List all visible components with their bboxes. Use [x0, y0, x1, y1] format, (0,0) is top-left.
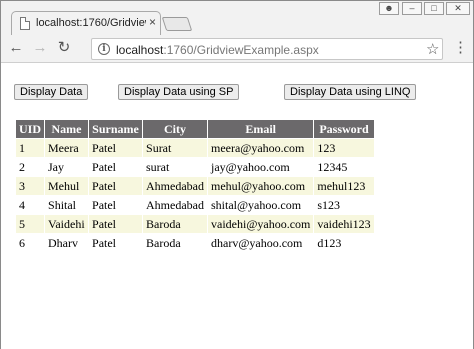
cell-uid: 2 — [14, 157, 46, 177]
cell-password: s123 — [313, 195, 375, 215]
cell-email: jay@yahoo.com — [206, 157, 315, 177]
cell-name: Vaidehi — [44, 214, 90, 234]
cell-uid: 3 — [14, 176, 46, 196]
cell-uid: 4 — [14, 195, 46, 215]
cell-password: vaidehi123 — [313, 214, 375, 234]
cell-email: shital@yahoo.com — [206, 195, 315, 215]
reload-icon[interactable]: ↻ — [55, 39, 73, 57]
cell-surname: Patel — [88, 138, 144, 158]
kebab-menu-icon[interactable]: ⋮ — [453, 39, 468, 57]
col-header-surname: Surname — [88, 119, 144, 139]
cell-surname: Patel — [88, 157, 144, 177]
toolbar: ← → ↻ i localhost:1760/GridviewExample.a… — [1, 35, 473, 63]
maximize-button[interactable]: □ — [424, 2, 444, 15]
header-row: UID Name Surname City Email Password — [14, 119, 375, 139]
cell-name: Dharv — [44, 233, 90, 253]
cell-surname: Patel — [88, 176, 144, 196]
col-header-email: Email — [206, 119, 315, 139]
cell-name: Mehul — [44, 176, 90, 196]
display-data-linq-button[interactable]: Display Data using LINQ — [284, 84, 417, 100]
tab-title: localhost:1760/GridviewE — [36, 17, 146, 29]
cell-password: 12345 — [313, 157, 375, 177]
col-header-name: Name — [44, 119, 90, 139]
table-row: 5 Vaidehi Patel Baroda vaidehi@yahoo.com… — [14, 214, 375, 234]
cell-city: surat — [142, 157, 208, 177]
gridview-table: UID Name Surname City Email Password 1 M… — [14, 119, 375, 253]
cell-email: meera@yahoo.com — [206, 138, 315, 158]
table-row: 3 Mehul Patel Ahmedabad mehul@yahoo.com … — [14, 176, 375, 196]
info-icon[interactable]: i — [98, 43, 110, 55]
col-header-password: Password — [313, 119, 375, 139]
forward-arrow-icon[interactable]: → — [31, 39, 49, 57]
cell-email: vaidehi@yahoo.com — [206, 214, 315, 234]
url-host: localhost — [116, 43, 164, 57]
table-row: 2 Jay Patel surat jay@yahoo.com 12345 — [14, 157, 375, 177]
cell-city: Ahmedabad — [142, 176, 208, 196]
col-header-city: City — [142, 119, 208, 139]
cell-city: Baroda — [142, 214, 208, 234]
close-window-button[interactable]: ✕ — [446, 2, 470, 15]
url-text[interactable]: localhost:1760/GridviewExample.aspx — [116, 43, 319, 57]
back-arrow-icon[interactable]: ← — [7, 39, 25, 57]
address-bar[interactable]: i localhost:1760/GridviewExample.aspx ☆ — [91, 38, 443, 60]
cell-city: Surat — [142, 138, 208, 158]
bookmark-star-icon[interactable]: ☆ — [426, 40, 439, 58]
user-icon[interactable]: ☻ — [379, 2, 399, 15]
cell-name: Meera — [44, 138, 90, 158]
minimize-button[interactable]: – — [402, 2, 422, 15]
col-header-uid: UID — [14, 119, 46, 139]
display-data-button[interactable]: Display Data — [14, 84, 89, 100]
cell-email: mehul@yahoo.com — [206, 176, 315, 196]
table-row: 1 Meera Patel Surat meera@yahoo.com 123 — [14, 138, 375, 158]
cell-password: 123 — [313, 138, 375, 158]
cell-password: mehul123 — [313, 176, 375, 196]
browser-window: localhost:1760/GridviewE × ☻ – □ ✕ ← → ↻… — [0, 0, 474, 349]
cell-uid: 6 — [14, 233, 46, 253]
cell-uid: 5 — [14, 214, 46, 234]
tab-gridview-example[interactable]: localhost:1760/GridviewE × — [11, 11, 161, 35]
cell-email: dharv@yahoo.com — [206, 233, 315, 253]
cell-surname: Patel — [88, 214, 144, 234]
display-data-sp-button[interactable]: Display Data using SP — [118, 84, 240, 100]
cell-surname: Patel — [88, 195, 144, 215]
cell-password: d123 — [313, 233, 375, 253]
cell-surname: Patel — [88, 233, 144, 253]
page-content: Display Data Display Data using SP Displ… — [1, 64, 473, 349]
url-path: :1760/GridviewExample.aspx — [163, 43, 319, 57]
cell-name: Jay — [44, 157, 90, 177]
table-row: 6 Dharv Patel Baroda dharv@yahoo.com d12… — [14, 233, 375, 253]
cell-name: Shital — [44, 195, 90, 215]
cell-city: Ahmedabad — [142, 195, 208, 215]
table-row: 4 Shital Patel Ahmedabad shital@yahoo.co… — [14, 195, 375, 215]
cell-uid: 1 — [14, 138, 46, 158]
tab-close-icon[interactable]: × — [149, 15, 156, 29]
cell-city: Baroda — [142, 233, 208, 253]
new-tab-button[interactable] — [161, 17, 193, 31]
tab-strip: localhost:1760/GridviewE × ☻ – □ ✕ — [1, 1, 473, 35]
page-icon — [20, 17, 30, 30]
